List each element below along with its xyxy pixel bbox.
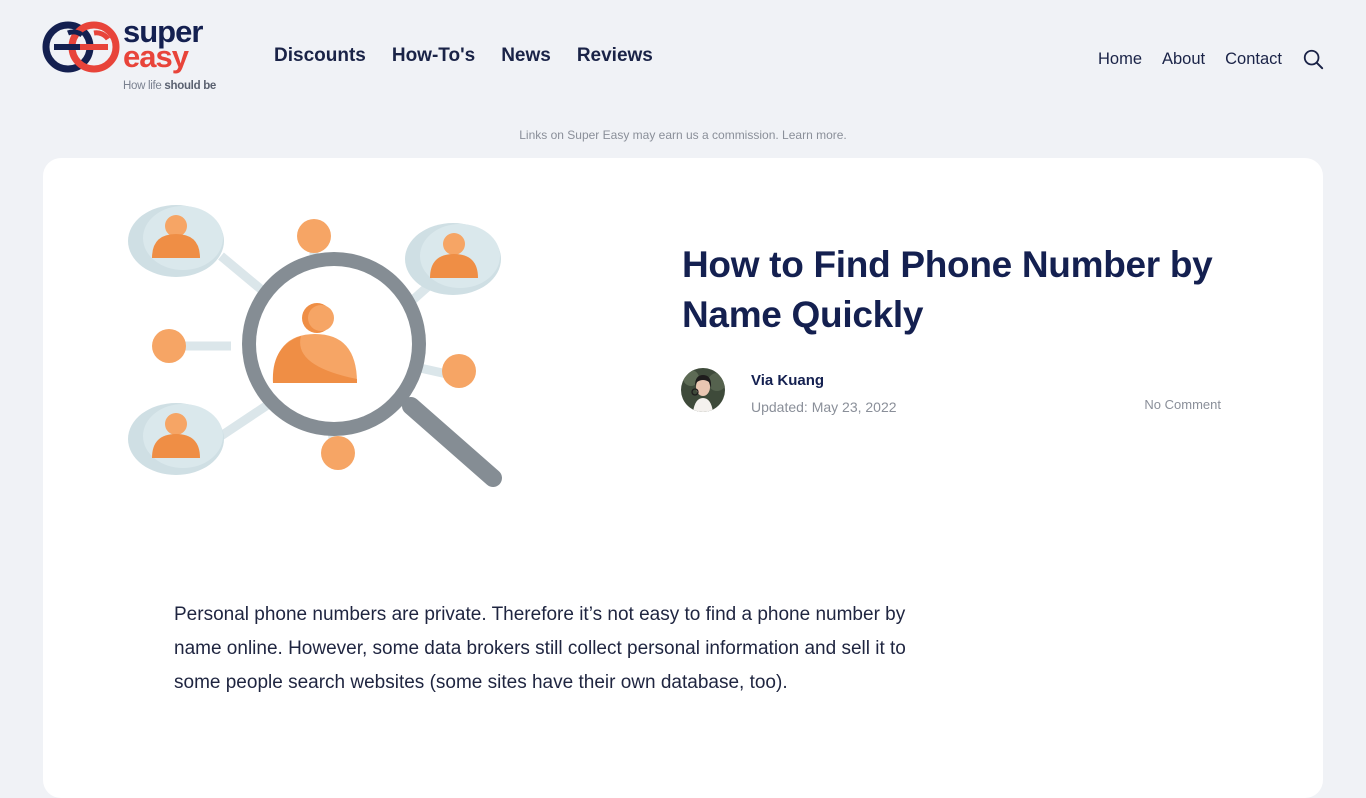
site-logo[interactable]: super easy How life should be [42,16,232,96]
nav-reviews[interactable]: Reviews [577,45,653,67]
nav-about[interactable]: About [1162,50,1205,69]
article-intro: Personal phone numbers are private. Ther… [174,604,906,693]
tagline-bold: should be [164,80,217,92]
updated-date: Updated: May 23, 2022 [751,399,897,415]
contact-circle-bottom-left [128,403,224,475]
hero-illustration [128,205,502,487]
contact-circle-top-right [405,223,501,295]
contact-circle-top-left [128,205,224,277]
secondary-nav: Home About Contact [1098,48,1324,70]
node-dot [297,219,331,253]
logo-tagline: How life should be [123,80,216,92]
learn-more-link[interactable]: Learn more. [782,128,847,142]
nav-discounts[interactable]: Discounts [274,45,366,67]
avatar-photo [681,368,725,412]
disclosure-text: Links on Super Easy may earn us a commis… [519,128,779,142]
search-icon[interactable] [1302,48,1324,70]
node-dot [442,354,476,388]
tagline-prefix: How life [123,80,165,92]
logo-word-easy: easy [123,39,189,74]
comments-link[interactable]: No Comment [1144,397,1221,412]
nav-how-tos[interactable]: How-To's [392,45,475,67]
site-header: super easy How life should be Discounts … [0,0,1366,110]
logo-mark-icon [42,21,120,73]
node-dot [321,436,355,470]
article-card: How to Find Phone Number by Name Quickly… [43,158,1323,798]
affiliate-disclosure: Links on Super Easy may earn us a commis… [0,128,1366,142]
nav-contact[interactable]: Contact [1225,50,1282,69]
article-meta: Via Kuang Updated: May 23, 2022 No Comme… [681,368,1221,418]
nav-news[interactable]: News [501,45,551,67]
main-nav: Discounts How-To's News Reviews [274,45,653,67]
node-dot [152,329,186,363]
author-name[interactable]: Via Kuang [751,372,824,389]
nav-home[interactable]: Home [1098,50,1142,69]
article-title: How to Find Phone Number by Name Quickly [682,244,1213,335]
author-avatar[interactable] [681,368,725,412]
